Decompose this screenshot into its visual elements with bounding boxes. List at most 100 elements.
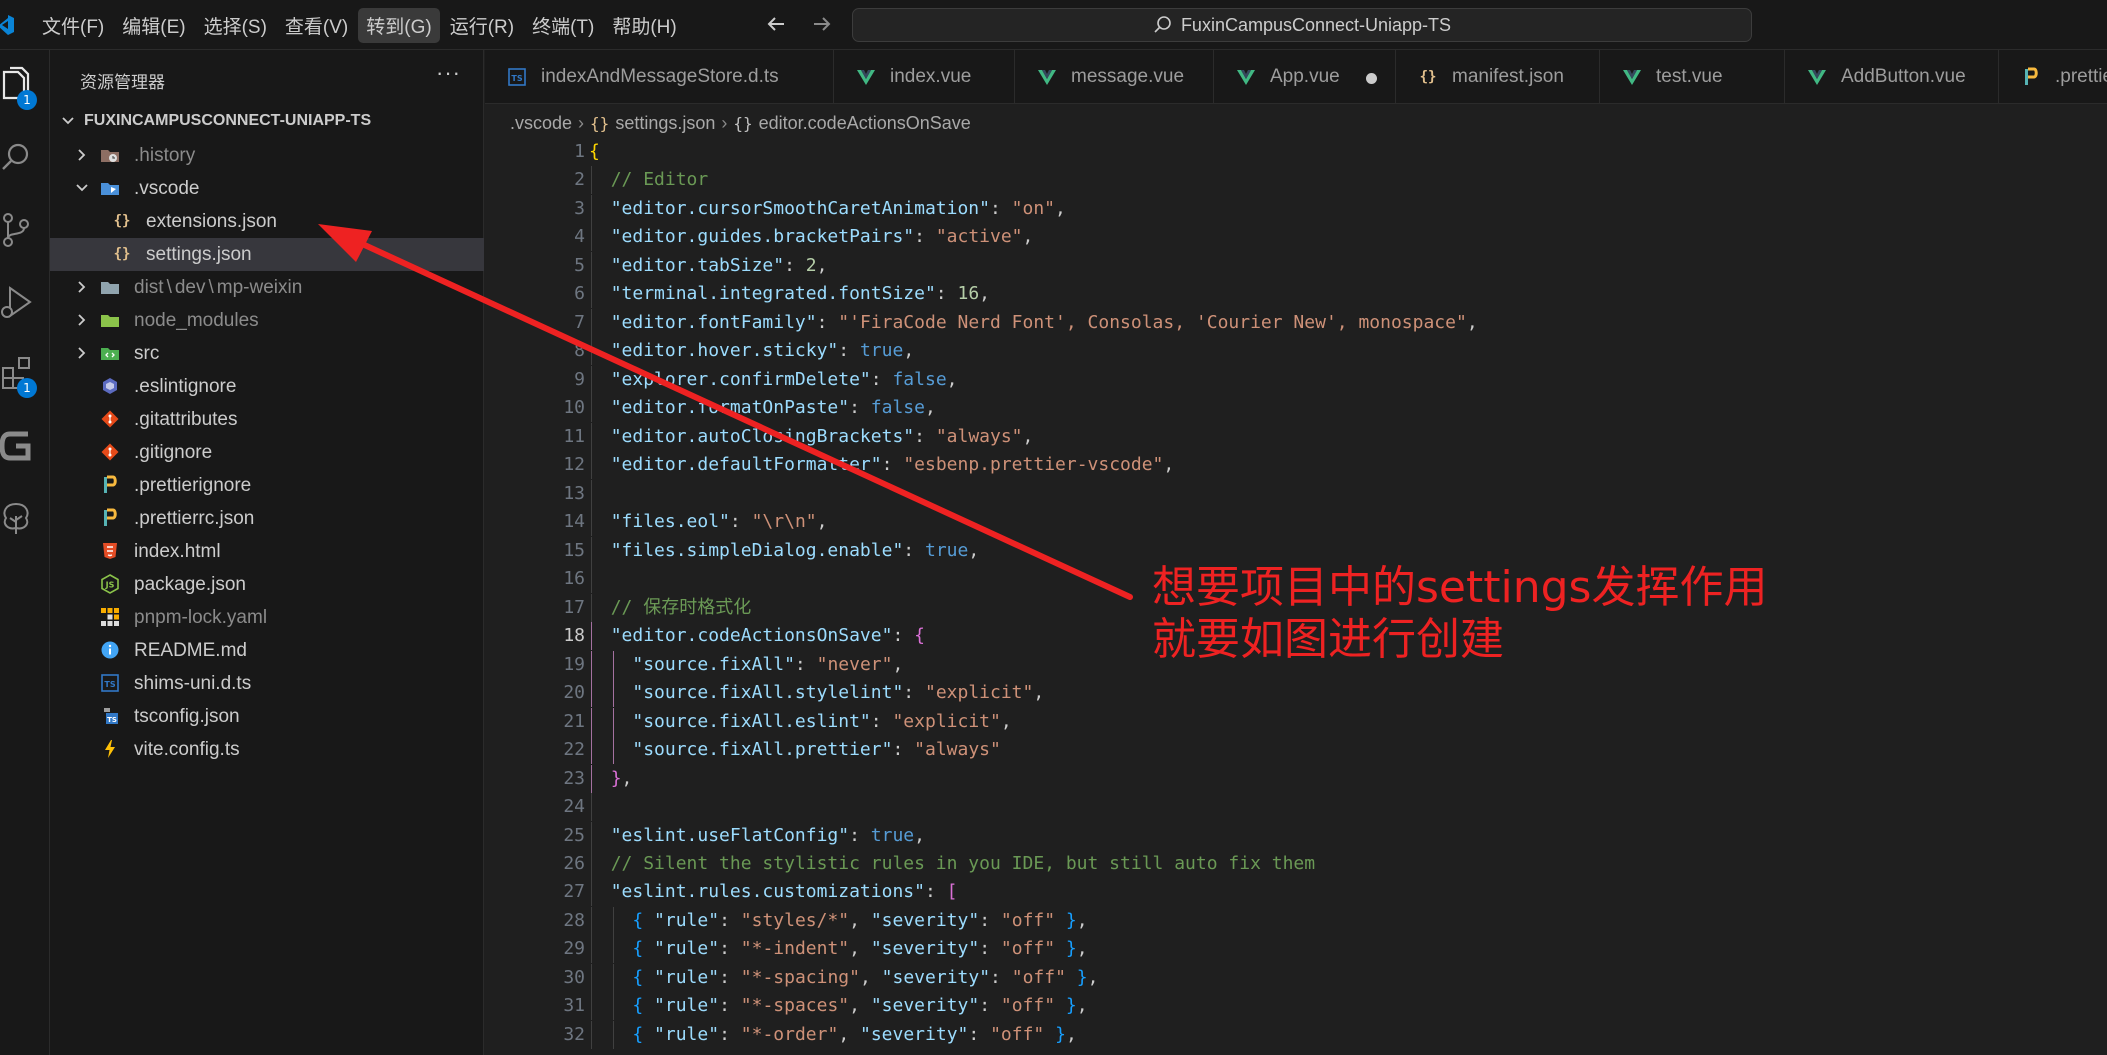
breadcrumb-file[interactable]: settings.json: [615, 113, 715, 134]
tab-index-and-message-store[interactable]: TS indexAndMessageStore.d.ts: [485, 50, 834, 103]
chevron-right-icon: ›: [721, 112, 728, 133]
code-line[interactable]: 31 { "rule": "*-spaces", "severity": "of…: [485, 992, 2107, 1021]
code-line[interactable]: 12 "editor.defaultFormatter": "esbenp.pr…: [485, 451, 2107, 480]
code-line[interactable]: 9 "explorer.confirmDelete": false,: [485, 365, 2107, 394]
code-line[interactable]: 24: [485, 793, 2107, 822]
folder-icon: [101, 282, 119, 294]
tree-label: extensions.json: [146, 211, 277, 232]
code-line[interactable]: 11 "editor.autoClosingBrackets": "always…: [485, 422, 2107, 451]
code-line[interactable]: 15 "files.simpleDialog.enable": true,: [485, 536, 2107, 565]
source-control-icon[interactable]: [0, 210, 36, 250]
code-line[interactable]: 14 "files.eol": "\r\n",: [485, 508, 2107, 537]
code-line[interactable]: 26 // Silent the stylistic rules in you …: [485, 850, 2107, 878]
line-number: 30: [563, 966, 585, 988]
code-line[interactable]: 2 // Editor: [485, 166, 2107, 195]
menu-view[interactable]: 查看(V): [277, 8, 356, 43]
tree-folder-history[interactable]: .history: [50, 139, 484, 172]
tree-file-gitignore[interactable]: .gitignore: [50, 436, 484, 469]
svg-text:TS: TS: [107, 716, 117, 724]
gitlens-icon[interactable]: [0, 426, 36, 466]
tab-message-vue[interactable]: message.vue: [1015, 50, 1214, 103]
code-line[interactable]: 3 "editor.cursorSmoothCaretAnimation": "…: [485, 194, 2107, 223]
code-text: "editor.tabSize": 2,: [610, 254, 828, 276]
code-line[interactable]: 32 { "rule": "*-order", "severity": "off…: [485, 1020, 2107, 1049]
indent-guide: [591, 793, 592, 822]
unsaved-dot-icon[interactable]: [1366, 73, 1377, 84]
breadcrumb-folder[interactable]: .vscode: [510, 113, 572, 134]
tree-file-index-html[interactable]: index.html: [50, 535, 484, 568]
tree-file-package-json[interactable]: JS package.json: [50, 568, 484, 601]
menu-edit[interactable]: 编辑(E): [114, 8, 193, 43]
code-line[interactable]: 23 },: [485, 764, 2107, 793]
tree-file-tsconfig[interactable]: TS tsconfig.json: [50, 700, 484, 733]
tree-folder-node-modules[interactable]: node_modules: [50, 304, 484, 337]
code-line[interactable]: 5 "editor.tabSize": 2,: [485, 251, 2107, 280]
command-center-search[interactable]: FuxinCampusConnect-Uniapp-TS: [852, 8, 1752, 42]
code-line[interactable]: 30 { "rule": "*-spacing", "severity": "o…: [485, 963, 2107, 992]
tree-file-shims-uni[interactable]: TS shims-uni.d.ts: [50, 667, 484, 700]
breadcrumb-symbol[interactable]: editor.codeActionsOnSave: [759, 113, 971, 134]
code-text: "eslint.rules.customizations": [: [610, 881, 958, 903]
title-bar: 文件(F) 编辑(E) 选择(S) 查看(V) 转到(G) 运行(R) 终端(T…: [0, 0, 2107, 50]
code-line[interactable]: 29 { "rule": "*-indent", "severity": "of…: [485, 935, 2107, 964]
chevron-right-icon: [78, 281, 86, 293]
tree-file-gitattributes[interactable]: .gitattributes: [50, 403, 484, 436]
menu-run[interactable]: 运行(R): [442, 8, 522, 43]
run-debug-icon[interactable]: [0, 282, 36, 322]
tab-manifest-json[interactable]: {} manifest.json: [1396, 50, 1600, 103]
menu-terminal[interactable]: 终端(T): [524, 8, 602, 43]
svg-text:JS: JS: [105, 581, 115, 590]
code-line[interactable]: 28 { "rule": "styles/*", "severity": "of…: [485, 906, 2107, 935]
tab-label: message.vue: [1071, 66, 1185, 87]
tab-test-vue[interactable]: test.vue: [1600, 50, 1785, 103]
tree-file-extensions-json[interactable]: {} extensions.json: [50, 205, 484, 238]
forward-arrow-icon[interactable]: [810, 12, 834, 36]
code-line[interactable]: 25 "eslint.useFlatConfig": true,: [485, 821, 2107, 850]
tree-file-prettierrc[interactable]: .prettierrc.json: [50, 502, 484, 535]
menu-help[interactable]: 帮助(H): [604, 8, 684, 43]
code-line[interactable]: 1{: [485, 138, 2107, 166]
more-actions-icon[interactable]: ···: [436, 60, 461, 86]
command-center-label: FuxinCampusConnect-Uniapp-TS: [1180, 14, 1452, 35]
tree-label: package.json: [134, 574, 246, 595]
tree-label: .gitattributes: [134, 409, 238, 430]
menu-file[interactable]: 文件(F): [34, 8, 112, 43]
menu-selection[interactable]: 选择(S): [196, 8, 275, 43]
prettier-icon: [104, 475, 117, 493]
tree-file-eslintignore[interactable]: .eslintignore: [50, 370, 484, 403]
code-line[interactable]: 20 "source.fixAll.stylelint": "explicit"…: [485, 679, 2107, 708]
tree-folder-vscode[interactable]: .vscode: [50, 172, 484, 205]
code-line[interactable]: 8 "editor.hover.sticky": true,: [485, 337, 2107, 366]
tree-file-vite-config[interactable]: vite.config.ts: [50, 733, 484, 766]
tree-folder-dist[interactable]: dist \ dev \ mp-weixin: [50, 271, 484, 304]
code-line[interactable]: 22 "source.fixAll.prettier": "always": [485, 736, 2107, 765]
code-line[interactable]: 6 "terminal.integrated.fontSize": 16,: [485, 280, 2107, 309]
tree-file-readme[interactable]: README.md: [50, 634, 484, 667]
tree-label: index.html: [134, 541, 221, 562]
menu-go[interactable]: 转到(G): [358, 7, 440, 43]
search-icon[interactable]: [0, 138, 36, 178]
project-root-folder[interactable]: FUXINCAMPUSCONNECT-UNIAPP-TS: [50, 106, 484, 136]
tree-file-pnpm-lock[interactable]: pnpm-lock.yaml: [50, 601, 484, 634]
back-arrow-icon[interactable]: [764, 12, 788, 36]
tree-folder-src[interactable]: src: [50, 337, 484, 370]
vue-icon: [1237, 70, 1255, 85]
tree-file-settings-json[interactable]: {} settings.json: [50, 238, 484, 271]
sidebar-title: 资源管理器: [80, 73, 165, 92]
code-line[interactable]: 21 "source.fixAll.eslint": "explicit",: [485, 707, 2107, 736]
tab-label: index.vue: [890, 66, 972, 87]
tree-file-prettierignore[interactable]: .prettierignore: [50, 469, 484, 502]
breadcrumb: .vscode › {} settings.json › {} editor.c…: [510, 110, 971, 136]
code-line[interactable]: 27 "eslint.rules.customizations": [: [485, 878, 2107, 907]
tab-index-vue[interactable]: index.vue: [834, 50, 1015, 103]
remote-tree-icon[interactable]: [0, 498, 36, 538]
code-line[interactable]: 13: [485, 479, 2107, 508]
tab-app-vue[interactable]: App.vue: [1214, 50, 1396, 103]
tab-prettierrc[interactable]: .prettie: [1999, 50, 2107, 103]
tab-add-button-vue[interactable]: AddButton.vue: [1785, 50, 1999, 103]
line-number: 22: [563, 739, 585, 761]
code-line[interactable]: 10 "editor.formatOnPaste": false,: [485, 394, 2107, 423]
code-line[interactable]: 4 "editor.guides.bracketPairs": "active"…: [485, 223, 2107, 252]
code-text: "editor.cursorSmoothCaretAnimation": "on…: [610, 197, 1066, 219]
code-line[interactable]: 7 "editor.fontFamily": "'FiraCode Nerd F…: [485, 308, 2107, 337]
